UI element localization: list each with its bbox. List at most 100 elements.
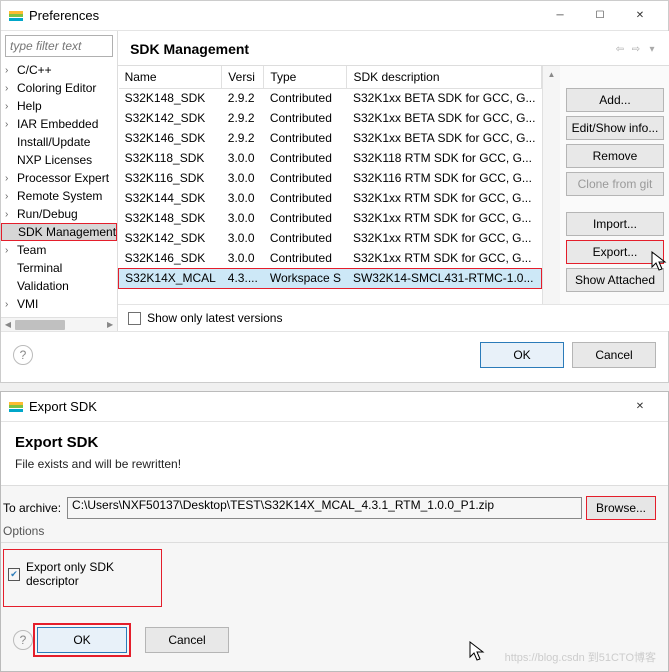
show-only-latest-checkbox[interactable] (128, 312, 141, 325)
sidebar-item-terminal[interactable]: Terminal (1, 259, 117, 277)
column-header[interactable]: Type (264, 66, 347, 88)
table-scrollbar[interactable]: ▲ (542, 66, 560, 304)
nav-fwd-icon[interactable]: ⇨ (630, 44, 642, 55)
table-cell: 2.9.2 (222, 108, 264, 128)
show-attached-button[interactable]: Show Attached (566, 268, 664, 292)
column-header[interactable]: Name (119, 66, 222, 88)
nav-back-icon[interactable]: ⇦ (614, 44, 626, 55)
remove-button[interactable]: Remove (566, 144, 664, 168)
table-cell: S32K1xx RTM SDK for GCC, G... (347, 228, 542, 248)
help-icon[interactable]: ? (13, 630, 33, 650)
table-cell: Contributed (264, 248, 347, 268)
archive-path-input[interactable]: C:\Users\NXF50137\Desktop\TEST\S32K14X_M… (67, 497, 582, 519)
export-bottom-bar: ? OK Cancel https://blog.csdn 到51CTO博客 (1, 613, 668, 671)
sdk-table[interactable]: NameVersiTypeSDK description S32K148_SDK… (118, 66, 542, 289)
scroll-right-icon[interactable]: ▶ (103, 318, 117, 332)
show-only-latest-label: Show only latest versions (147, 311, 282, 325)
import-button[interactable]: Import... (566, 212, 664, 236)
sidebar-item-help[interactable]: ›Help (1, 97, 117, 115)
scroll-thumb[interactable] (15, 320, 65, 330)
table-cell: 4.3.... (222, 268, 264, 288)
expand-arrow-icon[interactable]: › (5, 65, 17, 76)
sidebar-item-nxp-licenses[interactable]: NXP Licenses (1, 151, 117, 169)
watermark-text: https://blog.csdn 到51CTO博客 (505, 649, 656, 665)
sidebar-item-sdk-management[interactable]: SDK Management (1, 223, 117, 241)
table-cell: S32K1xx RTM SDK for GCC, G... (347, 248, 542, 268)
sidebar-item-c-c-[interactable]: ›C/C++ (1, 61, 117, 79)
export-button[interactable]: Export... (566, 240, 664, 264)
export-cancel-button[interactable]: Cancel (145, 627, 229, 653)
sidebar-item-run-debug[interactable]: ›Run/Debug (1, 205, 117, 223)
table-cell: S32K116_SDK (119, 168, 222, 188)
export-ok-button[interactable]: OK (37, 627, 127, 653)
table-cell: Contributed (264, 88, 347, 108)
close-icon[interactable]: ✕ (620, 2, 660, 30)
export-title: Export SDK (29, 399, 620, 414)
table-row[interactable]: S32K116_SDK3.0.0ContributedS32K116 RTM S… (119, 168, 542, 188)
table-cell: Contributed (264, 188, 347, 208)
clone-from-git-button[interactable]: Clone from git (566, 172, 664, 196)
column-header[interactable]: Versi (222, 66, 264, 88)
table-cell: S32K148_SDK (119, 208, 222, 228)
table-row[interactable]: S32K146_SDK3.0.0ContributedS32K1xx RTM S… (119, 248, 542, 268)
export-header: Export SDK File exists and will be rewri… (1, 422, 668, 486)
filter-input[interactable] (5, 35, 113, 57)
sidebar-item-label: Run/Debug (17, 207, 78, 221)
table-row[interactable]: S32K118_SDK3.0.0ContributedS32K118 RTM S… (119, 148, 542, 168)
table-cell: S32K118 RTM SDK for GCC, G... (347, 148, 542, 168)
column-header[interactable]: SDK description (347, 66, 542, 88)
close-icon[interactable]: ✕ (620, 393, 660, 421)
table-cell: 3.0.0 (222, 148, 264, 168)
expand-arrow-icon[interactable]: › (5, 209, 17, 220)
sidebar-item-remote-system[interactable]: ›Remote System (1, 187, 117, 205)
sidebar-item-install-update[interactable]: Install/Update (1, 133, 117, 151)
table-row[interactable]: S32K144_SDK3.0.0ContributedS32K1xx RTM S… (119, 188, 542, 208)
nav-arrows: ⇦ ⇨ ▾ (614, 44, 658, 55)
sidebar-item-coloring-editor[interactable]: ›Coloring Editor (1, 79, 117, 97)
maximize-icon[interactable]: ☐ (580, 2, 620, 30)
table-row[interactable]: S32K146_SDK2.9.2ContributedS32K1xx BETA … (119, 128, 542, 148)
ok-button[interactable]: OK (480, 342, 564, 368)
options-label: Options (1, 524, 668, 543)
sidebar-item-processor-expert[interactable]: ›Processor Expert (1, 169, 117, 187)
expand-arrow-icon[interactable]: › (5, 245, 17, 256)
scroll-left-icon[interactable]: ◀ (1, 318, 15, 332)
sidebar-item-team[interactable]: ›Team (1, 241, 117, 259)
sidebar-scrollbar[interactable]: ◀ ▶ (1, 317, 117, 331)
preferences-tree[interactable]: ›C/C++›Coloring Editor›Help›IAR Embedded… (1, 59, 117, 317)
nxp-logo-icon (9, 11, 23, 21)
export-only-descriptor-row: ✔ Export only SDK descriptor (3, 549, 162, 607)
sidebar-item-label: Terminal (17, 261, 62, 275)
nav-menu-icon[interactable]: ▾ (646, 44, 658, 55)
add-button[interactable]: Add... (566, 88, 664, 112)
browse-button[interactable]: Browse... (586, 496, 656, 520)
table-row[interactable]: S32K142_SDK2.9.2ContributedS32K1xx BETA … (119, 108, 542, 128)
preferences-sidebar: ›C/C++›Coloring Editor›Help›IAR Embedded… (1, 31, 118, 331)
table-row[interactable]: S32K142_SDK3.0.0ContributedS32K1xx RTM S… (119, 228, 542, 248)
sidebar-item-label: Coloring Editor (17, 81, 96, 95)
table-cell: S32K14X_MCAL (119, 268, 222, 288)
minimize-icon[interactable]: ─ (540, 2, 580, 30)
table-cell: S32K146_SDK (119, 128, 222, 148)
export-head-title: Export SDK (15, 434, 654, 451)
table-row[interactable]: S32K148_SDK3.0.0ContributedS32K1xx RTM S… (119, 208, 542, 228)
sidebar-item-vmi[interactable]: ›VMI (1, 295, 117, 313)
sidebar-item-iar-embedded[interactable]: ›IAR Embedded (1, 115, 117, 133)
table-cell: S32K146_SDK (119, 248, 222, 268)
expand-arrow-icon[interactable]: › (5, 299, 17, 310)
sidebar-item-validation[interactable]: Validation (1, 277, 117, 295)
expand-arrow-icon[interactable]: › (5, 191, 17, 202)
export-only-descriptor-checkbox[interactable]: ✔ (8, 568, 20, 581)
edit-show-info-button[interactable]: Edit/Show info... (566, 116, 664, 140)
table-row[interactable]: S32K148_SDK2.9.2ContributedS32K1xx BETA … (119, 88, 542, 108)
expand-arrow-icon[interactable]: › (5, 119, 17, 130)
table-row[interactable]: S32K14X_MCAL4.3....Workspace SSW32K14-SM… (119, 268, 542, 288)
expand-arrow-icon[interactable]: › (5, 173, 17, 184)
preferences-main: SDK Management ⇦⇨▾ NameVersiTypeSDK desc… (118, 31, 669, 331)
cancel-button[interactable]: Cancel (572, 342, 656, 368)
help-icon[interactable]: ? (13, 345, 33, 365)
expand-arrow-icon[interactable]: › (5, 101, 17, 112)
expand-arrow-icon[interactable]: › (5, 83, 17, 94)
sidebar-item-label: NXP Licenses (17, 153, 92, 167)
table-cell: S32K1xx RTM SDK for GCC, G... (347, 188, 542, 208)
